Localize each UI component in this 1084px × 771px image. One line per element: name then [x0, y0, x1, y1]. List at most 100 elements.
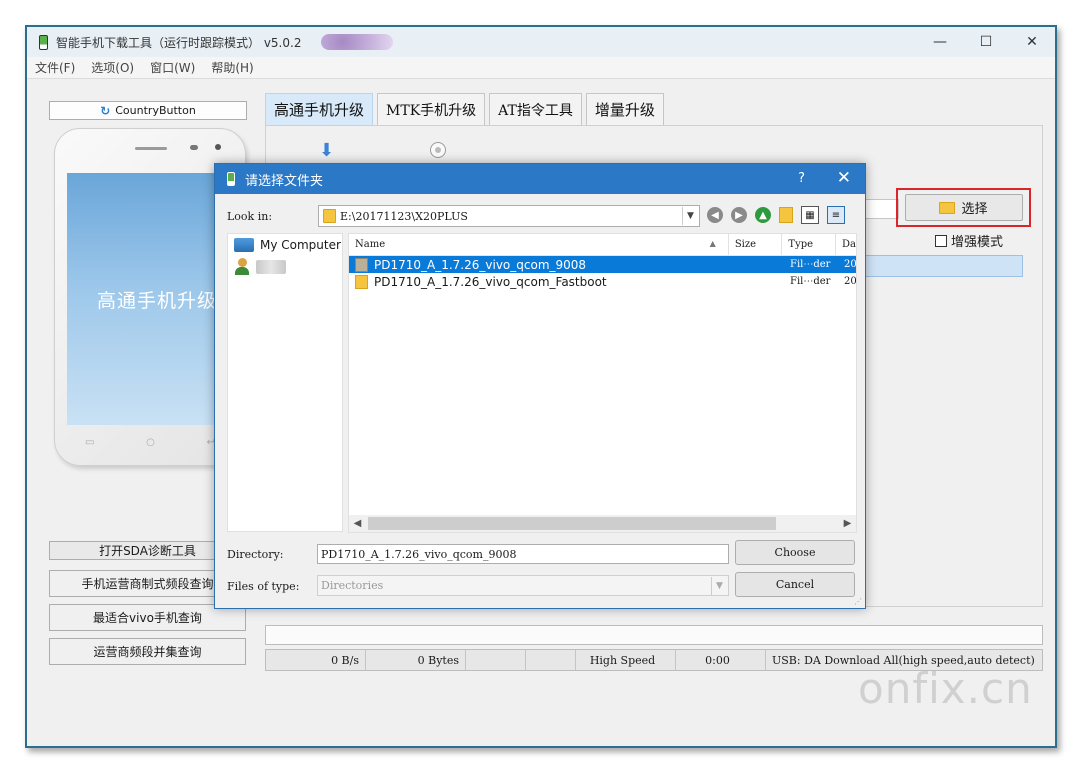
column-size[interactable]: Size [729, 234, 783, 255]
phone-sensor [190, 145, 198, 150]
menu-file[interactable]: 文件(F) [35, 59, 75, 76]
dialog-close-button[interactable]: ✕ [837, 168, 851, 188]
horizontal-scrollbar[interactable]: ◀ ▶ [349, 515, 856, 532]
file-name: PD1710_A_1.7.26_vivo_qcom_Fastboot [374, 274, 607, 289]
watermark: onfix.cn [858, 664, 1033, 713]
status-time: 0:00 [676, 650, 766, 670]
file-date: 20 [844, 259, 856, 270]
file-date: 20 [844, 276, 856, 287]
title-bar: 智能手机下载工具（运行时跟踪模式） v5.0.2 — ☐ ✕ [27, 27, 1055, 57]
file-row[interactable]: PD1710_A_1.7.26_vivo_qcom_9008 Fil⋯der 2… [349, 256, 856, 273]
phone-home-icon: ○ [146, 437, 155, 448]
scroll-left-icon[interactable]: ◀ [349, 515, 366, 532]
look-in-combo[interactable]: E:\20171123\X20PLUS ▼ [318, 205, 700, 227]
phone-menu-icon: ▭ [85, 437, 95, 448]
tab-incremental[interactable]: 增量升级 [585, 93, 664, 125]
file-size [732, 273, 786, 290]
status-mode: High Speed [576, 650, 676, 670]
country-button[interactable]: ↻ CountryButton [49, 101, 247, 120]
band-union-query-button[interactable]: 运营商频段并集查询 [49, 638, 246, 665]
enhance-mode-label: 增强模式 [951, 235, 1004, 250]
file-row[interactable]: PD1710_A_1.7.26_vivo_qcom_Fastboot Fil⋯d… [349, 273, 856, 290]
up-icon[interactable]: ▲ [755, 207, 771, 223]
folder-icon [355, 274, 368, 289]
file-name: PD1710_A_1.7.26_vivo_qcom_9008 [374, 257, 587, 272]
sidebar-item-label: My Computer [260, 238, 341, 252]
directory-input[interactable]: PD1710_A_1.7.26_vivo_qcom_9008 [317, 544, 729, 564]
select-button-label: 选择 [961, 202, 988, 217]
sidebar-item-user[interactable] [228, 256, 342, 278]
phone-screen-text: 高通手机升级 [96, 289, 217, 312]
column-type[interactable]: Type [782, 234, 836, 255]
sidebar-item-my-computer[interactable]: My Computer [228, 234, 342, 256]
dialog-title: 请选择文件夹 [245, 173, 324, 189]
directory-label: Directory: [227, 548, 284, 561]
choose-button[interactable]: Choose [735, 540, 855, 565]
list-view-icon[interactable]: ▦ [801, 206, 819, 224]
status-empty-1 [466, 650, 526, 670]
file-type-value: Directories [321, 579, 384, 592]
file-type: Fil⋯der [790, 276, 831, 287]
radio-button[interactable] [430, 142, 446, 158]
folder-icon [323, 209, 336, 223]
tab-bar: 高通手机升级 MTK手机升级 AT指令工具 增量升级 [265, 93, 668, 125]
maximize-button[interactable]: ☐ [963, 27, 1009, 57]
resize-grip-icon[interactable]: ⋰ [854, 597, 862, 606]
redacted-blob [321, 34, 394, 50]
enhance-mode-checkbox[interactable] [935, 234, 947, 247]
window-title: 智能手机下载工具（运行时跟踪模式） v5.0.2 [56, 35, 302, 50]
phone-speaker [135, 147, 167, 150]
redacted-username [256, 260, 286, 274]
user-icon [234, 258, 250, 276]
tab-qualcomm[interactable]: 高通手机升级 [265, 93, 374, 125]
detail-view-icon[interactable]: ≡ [827, 206, 845, 224]
phone-screen: 高通手机升级 [67, 173, 237, 425]
file-size [732, 256, 786, 273]
folder-icon [939, 201, 956, 214]
column-name-label: Name [355, 239, 386, 250]
menu-window[interactable]: 窗口(W) [150, 59, 195, 76]
device-row[interactable] [865, 255, 1023, 277]
menu-help[interactable]: 帮助(H) [211, 59, 253, 76]
column-name[interactable]: Name ▲ [349, 234, 729, 255]
folder-dialog: 请选择文件夹 ? ✕ Look in: E:\20171123\X20PLUS … [214, 163, 866, 609]
forward-icon[interactable]: ▶ [731, 207, 747, 223]
folder-icon [355, 257, 368, 272]
status-empty-2 [526, 650, 576, 670]
enhance-mode[interactable]: 增强模式 [935, 231, 1003, 250]
places-sidebar: My Computer [227, 233, 343, 532]
help-button[interactable]: ? [798, 171, 805, 186]
chevron-down-icon[interactable]: ▼ [682, 207, 698, 225]
chevron-down-icon[interactable]: ▼ [711, 577, 727, 595]
file-type-combo[interactable]: Directories ▼ [317, 575, 729, 596]
scroll-right-icon[interactable]: ▶ [839, 515, 856, 532]
menu-options[interactable]: 选项(O) [91, 59, 134, 76]
look-in-label: Look in: [227, 210, 273, 223]
file-name-cell: PD1710_A_1.7.26_vivo_qcom_Fastboot [349, 273, 732, 290]
file-list-header: Name ▲ Size Type Da [349, 234, 856, 256]
country-button-label: CountryButton [115, 104, 196, 117]
dialog-title-bar: 请选择文件夹 ? ✕ [215, 164, 865, 194]
phone-camera [215, 144, 221, 150]
file-type-label: Files of type: [227, 580, 300, 593]
tab-at-tool[interactable]: AT指令工具 [489, 93, 582, 125]
file-type: Fil⋯der [790, 259, 831, 270]
select-button[interactable]: 选择 [904, 194, 1023, 221]
look-in-path: E:\20171123\X20PLUS [340, 209, 468, 223]
status-speed: 0 B/s [266, 650, 366, 670]
menu-bar: 文件(F) 选项(O) 窗口(W) 帮助(H) [27, 57, 1055, 79]
column-date[interactable]: Da [836, 234, 856, 255]
scroll-thumb[interactable] [368, 517, 776, 530]
new-folder-icon[interactable] [779, 207, 793, 223]
progress-bar [265, 625, 1043, 645]
phone-app-icon [227, 172, 235, 186]
close-button[interactable]: ✕ [1009, 27, 1055, 57]
tab-mtk[interactable]: MTK手机升级 [377, 93, 486, 125]
minimize-button[interactable]: — [917, 27, 963, 57]
cancel-button[interactable]: Cancel [735, 572, 855, 597]
computer-icon [234, 238, 254, 252]
back-icon[interactable]: ◀ [707, 207, 723, 223]
status-bytes: 0 Bytes [366, 650, 466, 670]
refresh-icon: ↻ [100, 103, 111, 118]
file-list: Name ▲ Size Type Da PD1710_A_1.7.26_vivo… [348, 233, 857, 533]
